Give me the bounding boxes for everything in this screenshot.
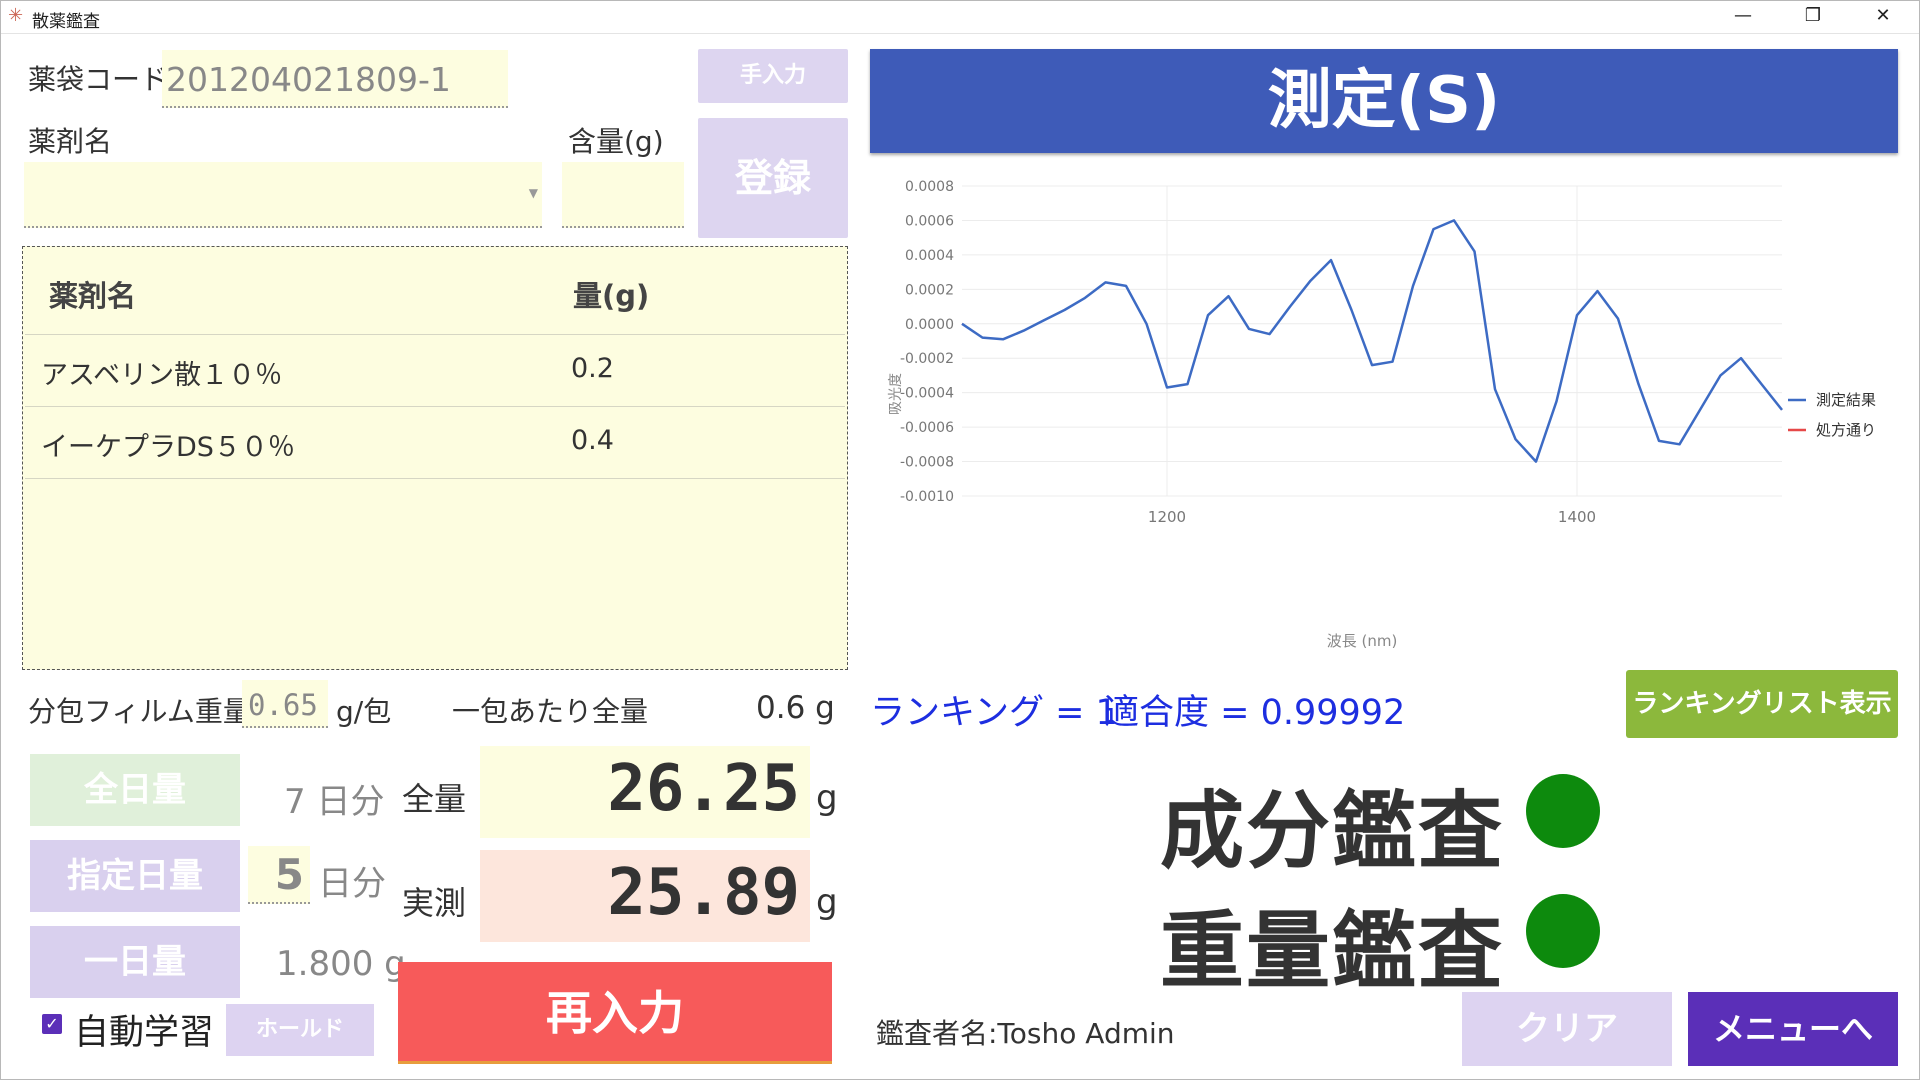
per-pack-value: 0.6 g bbox=[756, 690, 835, 726]
film-weight-input[interactable]: 0.65 bbox=[242, 680, 328, 728]
row-amount: 0.4 bbox=[571, 425, 614, 456]
menu-button[interactable]: メニューへ bbox=[1688, 992, 1898, 1066]
weight-check-label: 重量鑑査 bbox=[1160, 902, 1505, 1000]
y-tick-label: -0.0002 bbox=[900, 351, 954, 367]
drug-name-label: 薬剤名 bbox=[28, 125, 113, 158]
bag-code-value: 201204021809-1 bbox=[166, 60, 451, 99]
ranking-list-button[interactable]: ランキングリスト表示 bbox=[1626, 670, 1898, 738]
one-day-button[interactable]: 一日量 bbox=[30, 926, 240, 998]
legend-label: 測定結果 bbox=[1816, 391, 1876, 409]
inspector-name: 鑑査者名:Tosho Admin bbox=[876, 1017, 1175, 1050]
reinput-button[interactable]: 再入力 bbox=[398, 962, 832, 1064]
x-tick-label: 1400 bbox=[1558, 508, 1596, 526]
y-axis-label: 吸光度 bbox=[888, 373, 904, 415]
drug-table: 薬剤名 量(g) アスベリン散１０％ 0.2 イーケプラDS５０％ 0.4 bbox=[22, 246, 848, 670]
measure-button[interactable]: 測定(S) bbox=[870, 49, 1898, 153]
drug-name-select[interactable]: ▼ bbox=[24, 162, 542, 228]
close-button[interactable]: ✕ bbox=[1848, 0, 1918, 34]
weight-check-status-icon bbox=[1526, 894, 1600, 968]
specified-days-value: 5 bbox=[274, 850, 304, 899]
y-tick-label: -0.0006 bbox=[900, 420, 954, 436]
row-drug-name: イーケプラDS５０％ bbox=[41, 432, 295, 463]
clear-button[interactable]: クリア bbox=[1462, 992, 1672, 1066]
component-check-status-icon bbox=[1526, 774, 1600, 848]
all-day-button[interactable]: 全日量 bbox=[30, 754, 240, 826]
column-header-amount: 量(g) bbox=[573, 279, 650, 313]
actual-value: 25.89 bbox=[607, 856, 800, 930]
y-tick-label: 0.0006 bbox=[905, 213, 954, 229]
table-row[interactable]: アスベリン散１０％ 0.2 bbox=[25, 335, 845, 407]
window-title: 散薬鑑査 bbox=[32, 12, 100, 32]
maximize-button[interactable]: ❐ bbox=[1778, 0, 1848, 34]
chart-grid bbox=[962, 185, 1782, 497]
total-box: 26.25 bbox=[480, 746, 810, 838]
chart-series bbox=[961, 219, 1783, 463]
y-axis: 0.0008 0.0006 0.0004 0.0002 0.0000 -0.0002 -0.… bbox=[900, 179, 954, 505]
actual-label: 実測 bbox=[402, 884, 467, 922]
manual-input-button[interactable]: 手入力 bbox=[698, 49, 848, 103]
amount-label: 含量(g) bbox=[568, 125, 664, 158]
bag-code-label: 薬袋コード bbox=[28, 63, 169, 96]
x-tick-label: 1200 bbox=[1148, 508, 1186, 526]
actual-box: 25.89 bbox=[480, 850, 810, 942]
x-axis: 1200 1400 bbox=[1148, 508, 1596, 526]
specified-days-unit: 日分 bbox=[318, 864, 386, 904]
spectrum-chart: 0.0008 0.0006 0.0004 0.0002 0.0000 -0.0002 -0.… bbox=[888, 179, 1876, 650]
per-pack-label: 一包あたり全量 bbox=[452, 695, 649, 728]
series-line bbox=[961, 219, 1783, 463]
chart-legend: 測定結果処方通り bbox=[1788, 391, 1876, 439]
film-weight-unit: g/包 bbox=[336, 695, 392, 728]
x-axis-label: 波長 (nm) bbox=[1327, 632, 1398, 650]
register-button[interactable]: 登録 bbox=[698, 118, 848, 238]
table-row[interactable]: イーケプラDS５０％ 0.4 bbox=[25, 407, 845, 479]
film-weight-label: 分包フィルム重量 bbox=[28, 695, 251, 728]
y-tick-label: 0.0004 bbox=[905, 248, 954, 264]
ranking-text: ランキング = 1 bbox=[870, 693, 1118, 733]
hold-button[interactable]: ホールド bbox=[226, 1004, 374, 1056]
bag-code-field[interactable]: 201204021809-1 bbox=[162, 50, 508, 108]
y-tick-label: -0.0008 bbox=[900, 455, 954, 471]
y-tick-label: 0.0008 bbox=[905, 179, 954, 195]
series-line bbox=[961, 219, 1783, 463]
auto-learn-label: 自動学習 bbox=[74, 1013, 215, 1053]
chevron-down-icon: ▼ bbox=[528, 186, 538, 200]
legend-label: 処方通り bbox=[1816, 421, 1876, 439]
column-header-drug-name: 薬剤名 bbox=[49, 279, 137, 313]
fitness-text: 適合度 = 0.99992 bbox=[1104, 693, 1406, 733]
amount-input[interactable] bbox=[562, 162, 684, 228]
film-weight-value: 0.65 bbox=[248, 688, 318, 722]
minimize-button[interactable]: — bbox=[1708, 0, 1778, 34]
table-header-row: 薬剤名 量(g) bbox=[25, 247, 845, 335]
total-label: 全量 bbox=[402, 780, 467, 818]
total-unit: g bbox=[816, 778, 838, 818]
app-star-icon: ✳ bbox=[8, 5, 24, 26]
y-tick-label: 0.0000 bbox=[905, 317, 954, 333]
one-day-value: 1.800 g bbox=[276, 944, 406, 984]
specified-day-button[interactable]: 指定日量 bbox=[30, 840, 240, 912]
y-tick-label: -0.0004 bbox=[900, 386, 954, 402]
total-value: 26.25 bbox=[607, 752, 800, 826]
row-amount: 0.2 bbox=[571, 353, 614, 384]
actual-unit: g bbox=[816, 882, 838, 922]
all-day-days: 7 日分 bbox=[284, 782, 385, 822]
title-bar: ✳ 散薬鑑査 — ❐ ✕ bbox=[0, 0, 1920, 34]
row-drug-name: アスベリン散１０％ bbox=[41, 360, 283, 391]
auto-learn-checkbox[interactable]: ✓ bbox=[42, 1014, 62, 1034]
y-tick-label: 0.0002 bbox=[905, 282, 954, 298]
specified-days-input[interactable]: 5 bbox=[248, 846, 310, 904]
y-tick-label: -0.0010 bbox=[900, 489, 954, 505]
component-check-label: 成分鑑査 bbox=[1160, 782, 1505, 880]
